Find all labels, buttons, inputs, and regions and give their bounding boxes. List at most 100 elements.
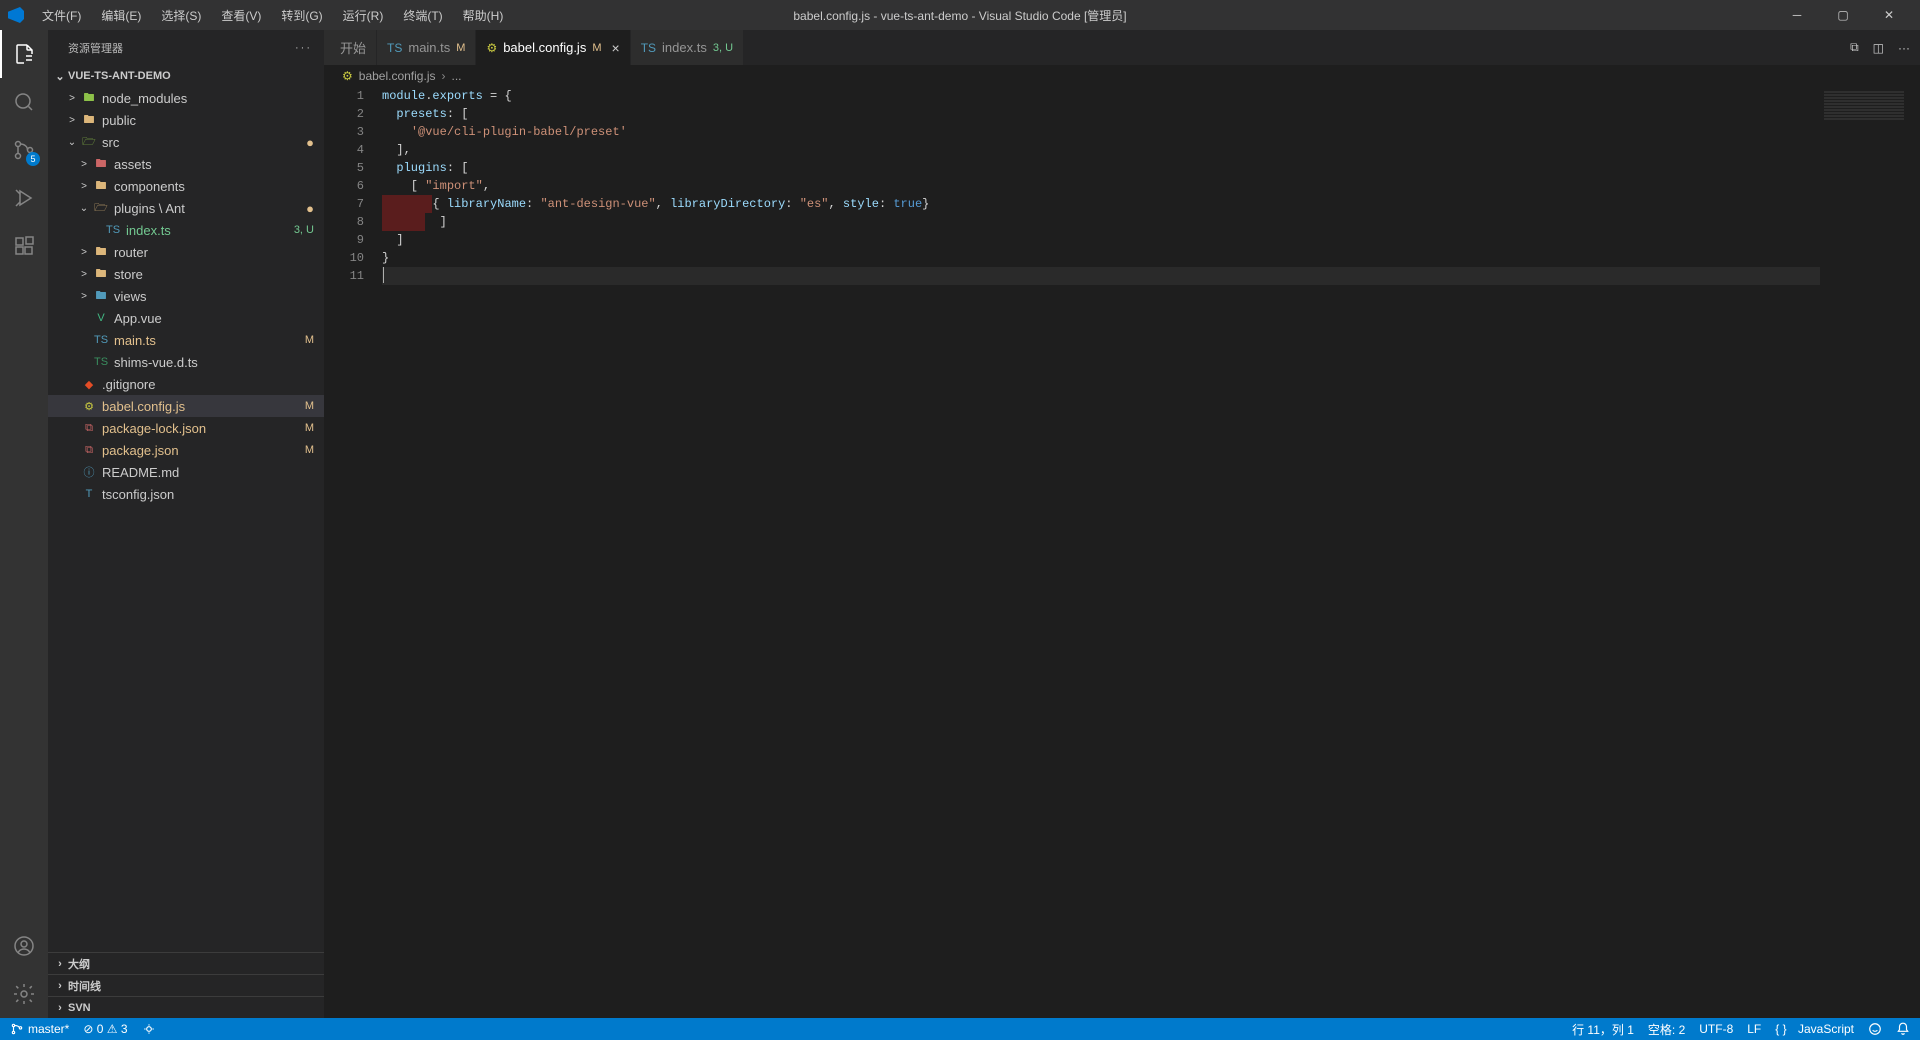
activity-debug[interactable]	[0, 174, 48, 222]
tree-row[interactable]: >🖿public	[48, 109, 324, 131]
twisty-icon: >	[76, 247, 92, 258]
twisty-icon: >	[76, 269, 92, 280]
activity-settings[interactable]	[0, 970, 48, 1018]
tree-row[interactable]: ⌄🗁src●	[48, 131, 324, 153]
twisty-icon: >	[76, 291, 92, 302]
file-label: package-lock.json	[102, 421, 305, 436]
file-label: src	[102, 135, 306, 150]
menu-item[interactable]: 选择(S)	[153, 3, 209, 28]
tree-row[interactable]: >🖿components	[48, 175, 324, 197]
file-label: .gitignore	[102, 377, 314, 392]
more-icon[interactable]: ···	[1898, 41, 1910, 55]
file-icon: 🖿	[92, 177, 110, 196]
tree-row[interactable]: >🖿router	[48, 241, 324, 263]
menu-item[interactable]: 查看(V)	[213, 3, 269, 28]
status-bar: master* ⊘ 0 ⚠ 3 行 11，列 1 空格: 2 UTF-8 LF …	[0, 1018, 1920, 1040]
project-header[interactable]: ⌄VUE-TS-ANT-DEMO	[48, 65, 324, 87]
status-cursor[interactable]: 行 11，列 1	[1572, 1021, 1634, 1038]
status-eol[interactable]: LF	[1747, 1021, 1761, 1038]
tree-row[interactable]: >🖿 store	[48, 263, 324, 285]
git-status-badge: M	[305, 400, 314, 412]
tree-row[interactable]: ⧉package-lock.jsonM	[48, 417, 324, 439]
editor-body[interactable]: 1234567891011 module.exports = { presets…	[324, 87, 1920, 1018]
twisty-icon: ⌄	[76, 203, 92, 214]
tree-row[interactable]: ◆.gitignore	[48, 373, 324, 395]
breadcrumb[interactable]: ⚙ babel.config.js › ...	[324, 65, 1920, 87]
sidebar-panel-header[interactable]: ›大纲	[48, 952, 324, 974]
file-icon: 🗁	[80, 133, 98, 152]
file-label: router	[114, 245, 314, 260]
file-icon: ⚙	[80, 400, 98, 413]
editor-tab[interactable]: TSindex.ts3, U	[631, 30, 744, 65]
tree-row[interactable]: ⓘREADME.md	[48, 461, 324, 483]
status-language[interactable]: { } JavaScript	[1775, 1021, 1854, 1038]
git-status-badge: 3, U	[294, 224, 314, 236]
activity-search[interactable]	[0, 78, 48, 126]
status-port[interactable]	[142, 1022, 156, 1036]
sidebar-panel-header[interactable]: ›时间线	[48, 974, 324, 996]
tree-row[interactable]: >🖿views	[48, 285, 324, 307]
tree-row[interactable]: ⧉package.jsonM	[48, 439, 324, 461]
activity-account[interactable]	[0, 922, 48, 970]
file-icon: 🗁	[92, 199, 110, 218]
menu-item[interactable]: 编辑(E)	[93, 3, 149, 28]
menu-item[interactable]: 文件(F)	[34, 3, 89, 28]
twisty-icon: >	[64, 93, 80, 104]
tree-row[interactable]: ⌄🗁plugins \ Ant●	[48, 197, 324, 219]
tab-close-icon[interactable]: ×	[612, 40, 620, 56]
tree-row[interactable]: Ttsconfig.json	[48, 483, 324, 505]
file-label: index.ts	[126, 223, 294, 238]
file-icon: T	[80, 488, 98, 500]
status-encoding[interactable]: UTF-8	[1699, 1021, 1733, 1038]
file-label: store	[114, 267, 314, 282]
tree-row[interactable]: >🖿node_modules	[48, 87, 324, 109]
git-status-badge: M	[305, 334, 314, 346]
status-bell-icon[interactable]	[1896, 1021, 1910, 1038]
window-controls: ─ ▢ ✕	[1774, 0, 1912, 30]
minimap[interactable]	[1820, 87, 1920, 1018]
status-indent[interactable]: 空格: 2	[1648, 1021, 1685, 1038]
compare-icon[interactable]: ⧉	[1850, 40, 1859, 55]
file-label: shims-vue.d.ts	[114, 355, 314, 370]
title-bar: 文件(F)编辑(E)选择(S)查看(V)转到(G)运行(R)终端(T)帮助(H)…	[0, 0, 1920, 30]
twisty-icon: >	[64, 115, 80, 126]
editor-tab[interactable]: 开始	[324, 30, 377, 65]
tab-file-icon: ⚙	[486, 41, 497, 55]
sidebar-panel-header[interactable]: ›SVN	[48, 996, 324, 1018]
breadcrumb-rest: ...	[451, 69, 461, 83]
close-button[interactable]: ✕	[1866, 0, 1912, 30]
maximize-button[interactable]: ▢	[1820, 0, 1866, 30]
file-icon: V	[92, 312, 110, 324]
sidebar-title: 资源管理器 ···	[48, 30, 324, 65]
tab-label: babel.config.js	[503, 40, 586, 55]
tab-git-badge: M	[456, 42, 465, 54]
tree-row[interactable]: TSmain.tsM	[48, 329, 324, 351]
editor-tab[interactable]: TSmain.tsM	[377, 30, 476, 65]
menu-item[interactable]: 终端(T)	[395, 3, 450, 28]
activity-scm[interactable]: 5	[0, 126, 48, 174]
tree-row[interactable]: >🖿assets	[48, 153, 324, 175]
status-feedback-icon[interactable]	[1868, 1021, 1882, 1038]
tree-row[interactable]: VApp.vue	[48, 307, 324, 329]
status-branch[interactable]: master*	[10, 1022, 69, 1036]
code-content[interactable]: module.exports = { presets: [ '@vue/cli-…	[382, 87, 1920, 1018]
editor-tab[interactable]: ⚙ babel.config.js M ×	[476, 30, 630, 65]
tab-git-badge: M	[592, 42, 601, 54]
tree-row[interactable]: ⚙babel.config.jsM	[48, 395, 324, 417]
sidebar-more-icon[interactable]: ···	[295, 42, 312, 54]
menu-item[interactable]: 帮助(H)	[455, 3, 512, 28]
split-icon[interactable]: ◫	[1873, 41, 1884, 55]
status-problems[interactable]: ⊘ 0 ⚠ 3	[83, 1022, 127, 1036]
tab-file-icon: TS	[387, 41, 402, 55]
file-icon: TS	[104, 224, 122, 236]
git-status-badge: M	[305, 422, 314, 434]
minimize-button[interactable]: ─	[1774, 0, 1820, 30]
activity-explorer[interactable]	[0, 30, 48, 78]
menu-item[interactable]: 运行(R)	[335, 3, 392, 28]
menu-item[interactable]: 转到(G)	[273, 3, 330, 28]
activity-extensions[interactable]	[0, 222, 48, 270]
file-icon: 🖿	[92, 265, 110, 284]
tree-row[interactable]: TS index.ts3, U	[48, 219, 324, 241]
tree-row[interactable]: TSshims-vue.d.ts	[48, 351, 324, 373]
file-icon: 🖿	[92, 287, 110, 306]
